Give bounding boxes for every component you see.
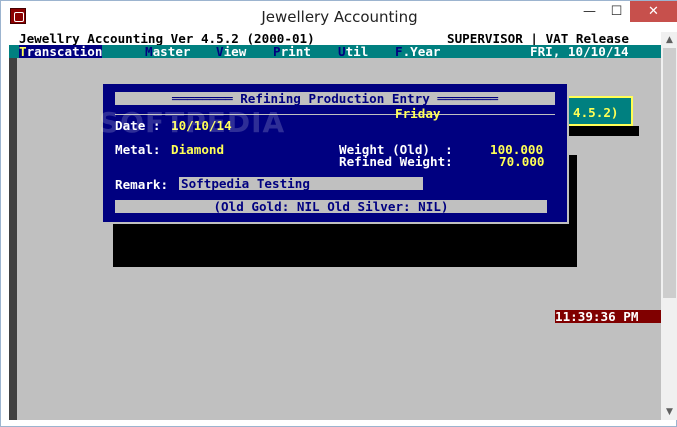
menu-hotkey: T xyxy=(19,44,27,59)
menu-label: til xyxy=(345,44,369,59)
menu-util[interactable]: Util xyxy=(338,45,368,58)
scroll-down-arrow-icon[interactable]: ▼ xyxy=(661,404,677,420)
menu-label: ranscation xyxy=(26,44,103,59)
menu-hotkey: V xyxy=(216,44,224,59)
left-border xyxy=(9,58,17,420)
app-window: Jewellery Accounting — ☐ ✕ Jewellry Acco… xyxy=(0,0,677,427)
menu-label: .Year xyxy=(402,44,441,59)
menu-label: rint xyxy=(280,44,311,59)
vertical-scrollbar[interactable]: ▲ ▼ xyxy=(661,32,677,420)
menu-hotkey: F xyxy=(395,44,403,59)
refining-production-dialog: ════════ Refining Production Entry ═════… xyxy=(101,82,569,224)
scroll-up-arrow-icon[interactable]: ▲ xyxy=(661,32,677,48)
menu-hotkey: U xyxy=(338,44,346,59)
menu-bar: Transcation Master View Print Util F.Yea… xyxy=(9,45,661,58)
remark-label: Remark: xyxy=(115,177,169,192)
refined-weight-label: Refined Weight: xyxy=(339,154,453,169)
menu-hotkey: P xyxy=(273,44,281,59)
menu-transaction[interactable]: Transcation xyxy=(19,44,103,59)
menu-fyear[interactable]: F.Year xyxy=(395,45,441,58)
menu-label: iew xyxy=(223,44,247,59)
menu-date: FRI, 10/10/14 xyxy=(530,44,629,59)
maximize-button[interactable]: ☐ xyxy=(603,1,630,22)
close-button[interactable]: ✕ xyxy=(630,1,677,22)
clock-display: 11:39:36 PM xyxy=(555,310,661,323)
minimize-button[interactable]: — xyxy=(576,1,603,22)
remark-field[interactable]: Softpedia Testing xyxy=(179,177,423,190)
menu-view[interactable]: View xyxy=(216,45,246,58)
background-version-text: 4.5.2) xyxy=(573,105,619,120)
title-bar: Jewellery Accounting — ☐ ✕ xyxy=(1,1,677,32)
menu-print[interactable]: Print xyxy=(273,45,311,58)
metal-field[interactable]: Diamond xyxy=(171,143,224,156)
watermark: SOFTPEDIA xyxy=(99,106,286,139)
menu-label: aster xyxy=(152,44,191,59)
menu-hotkey: M xyxy=(145,44,153,59)
old-metal-status: (Old Gold: NIL Old Silver: NIL) xyxy=(115,200,547,213)
menu-master[interactable]: Master xyxy=(145,45,191,58)
console-area: Jewellry Accounting Ver 4.5.2 (2000-01) … xyxy=(9,32,661,420)
refined-weight-field[interactable]: 70.000 xyxy=(499,155,545,168)
day-label: Friday xyxy=(395,106,441,121)
metal-label: Metal: xyxy=(115,142,161,157)
dialog-title: ════════ Refining Production Entry ═════… xyxy=(115,92,555,105)
scrollbar-thumb[interactable] xyxy=(663,48,676,298)
